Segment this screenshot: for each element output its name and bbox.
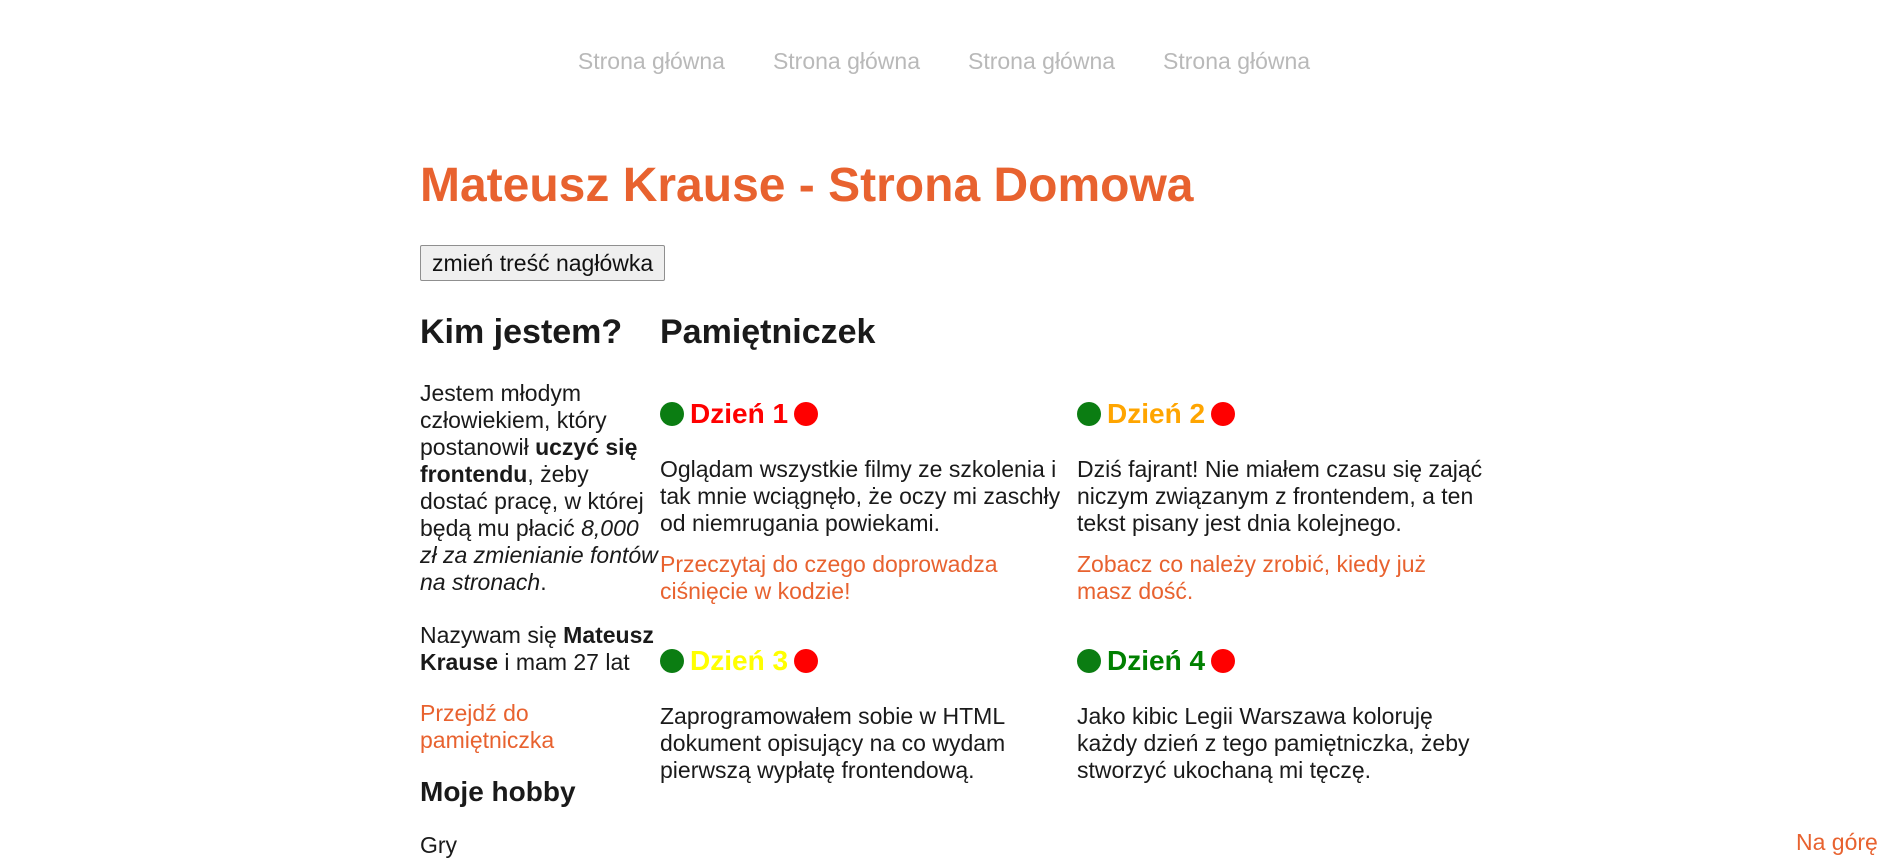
page-title: Mateusz Krause - Strona Domowa	[420, 159, 1194, 212]
about-name-text-1: Nazywam się	[420, 622, 564, 648]
red-dot-icon	[1211, 402, 1236, 426]
diary-entry-title: Dzień 4	[1107, 645, 1206, 676]
change-header-button[interactable]: zmień treść nagłówka	[420, 245, 666, 281]
back-to-top-link[interactable]: Na górę	[1796, 829, 1878, 856]
diary-entry-header: Dzień 1	[660, 398, 1067, 430]
go-to-diary-link[interactable]: Przejdź do pamiętniczka	[420, 700, 660, 754]
hobby-list-item: Gry	[420, 832, 458, 858]
diary-entry-text: Jako kibic Legii Warszawa koloruję każdy…	[1077, 703, 1470, 783]
diary-entry-title: Dzień 1	[690, 398, 789, 429]
diary-entry-title: Dzień 2	[1107, 398, 1206, 429]
top-navigation: Strona główna Strona główna Strona główn…	[0, 48, 1888, 75]
diary-entry-header: Dzień 4	[1077, 645, 1484, 677]
nav-link-home-2[interactable]: Strona główna	[773, 48, 920, 75]
diary-entry-day-4: Dzień 4 Jako kibic Legii Warszawa koloru…	[1077, 645, 1494, 784]
about-intro-text-3: .	[540, 569, 547, 595]
green-dot-icon	[1077, 649, 1101, 673]
diary-entry-text: Zaprogramowałem sobie w HTML dokument op…	[660, 703, 1006, 783]
about-name: Nazywam się Mateusz Krause i mam 27 lat	[420, 622, 660, 676]
diary-entry-day-1: Dzień 1 Oglądam wszystkie filmy ze szkol…	[660, 398, 1077, 605]
diary-entry-header: Dzień 3	[660, 645, 1067, 677]
diary-entry-header: Dzień 2	[1077, 398, 1484, 430]
diary-entry-text: Oglądam wszystkie filmy ze szkolenia i t…	[660, 456, 1061, 536]
diary-entry-day-3: Dzień 3 Zaprogramowałem sobie w HTML dok…	[660, 645, 1077, 784]
diary-entry-text: Dziś fajrant! Nie miałem czasu się zająć…	[1077, 456, 1483, 536]
diary-entry-link[interactable]: Zobacz co należy zrobić, kiedy już masz …	[1077, 551, 1484, 605]
red-dot-icon	[794, 402, 819, 426]
green-dot-icon	[1077, 402, 1101, 426]
about-heading: Kim jestem?	[420, 313, 623, 351]
red-dot-icon	[794, 649, 819, 673]
hobby-heading: Moje hobby	[420, 776, 576, 807]
about-section: Kim jestem? Jestem młodym człowiekiem, k…	[420, 310, 660, 859]
nav-link-home-3[interactable]: Strona główna	[968, 48, 1115, 75]
diary-entry-title: Dzień 3	[690, 645, 789, 676]
diary-section: Pamiętniczek Dzień 1 Oglądam wszystkie f…	[660, 310, 1500, 784]
diary-heading: Pamiętniczek	[660, 313, 876, 351]
red-dot-icon	[1211, 649, 1236, 673]
about-intro: Jestem młodym człowiekiem, który postano…	[420, 380, 660, 596]
green-dot-icon	[660, 402, 684, 426]
diary-entry-day-2: Dzień 2 Dziś fajrant! Nie miałem czasu s…	[1077, 398, 1494, 605]
nav-link-home-1[interactable]: Strona główna	[578, 48, 725, 75]
diary-entries: Dzień 1 Oglądam wszystkie filmy ze szkol…	[660, 398, 1500, 784]
about-name-text-2: i mam 27 lat	[497, 649, 630, 675]
green-dot-icon	[660, 649, 684, 673]
diary-entry-link[interactable]: Przeczytaj do czego doprowadza ciśnięcie…	[660, 551, 1067, 605]
nav-link-home-4[interactable]: Strona główna	[1163, 48, 1310, 75]
